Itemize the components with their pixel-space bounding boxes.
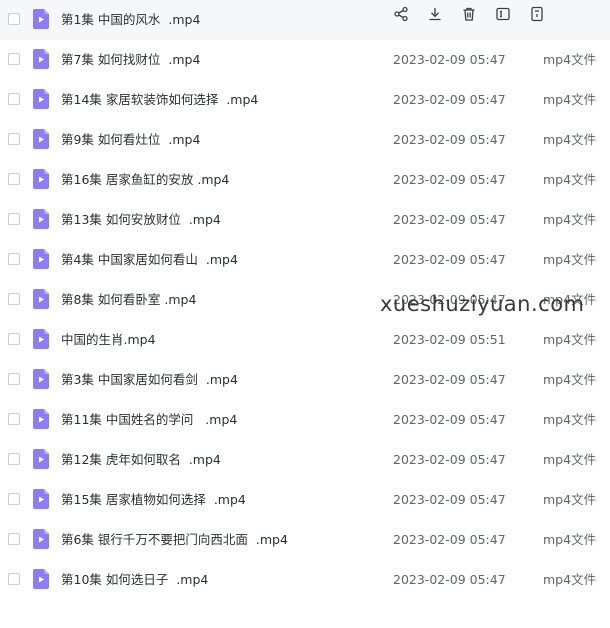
- file-name[interactable]: 第4集 中国家居如何看山 .mp4: [61, 240, 238, 280]
- video-file-icon: [33, 569, 49, 589]
- file-date: 2023-02-09 05:47: [393, 372, 506, 387]
- file-type: mp4文件: [543, 372, 597, 387]
- row-checkbox[interactable]: [8, 133, 20, 145]
- file-row[interactable]: 第11集 中国姓名的学问 .mp4 2023-02-09 05:47 mp4文件: [0, 400, 610, 440]
- video-file-icon: [33, 89, 49, 109]
- row-checkbox[interactable]: [8, 253, 20, 265]
- file-type: mp4文件: [543, 532, 597, 547]
- file-name[interactable]: 第14集 家居软装饰如何选择 .mp4: [61, 80, 258, 120]
- video-file-icon: [33, 329, 49, 349]
- file-name[interactable]: 第15集 居家植物如何选择 .mp4: [61, 480, 246, 520]
- download-icon[interactable]: [426, 5, 444, 23]
- video-file-icon: [33, 129, 49, 149]
- file-row[interactable]: 第15集 居家植物如何选择 .mp4 2023-02-09 05:47 mp4文…: [0, 480, 610, 520]
- file-type: mp4文件: [543, 412, 597, 427]
- file-name[interactable]: 第9集 如何看灶位 .mp4: [61, 120, 200, 160]
- file-row[interactable]: 中国的生肖.mp4 2023-02-09 05:51 mp4文件: [0, 320, 610, 360]
- share-icon[interactable]: [392, 5, 410, 23]
- file-row[interactable]: 第7集 如何找财位 .mp4 2023-02-09 05:47 mp4文件: [0, 40, 610, 80]
- file-row[interactable]: 第6集 银行千万不要把门向西北面 .mp4 2023-02-09 05:47 m…: [0, 520, 610, 560]
- video-file-icon: [33, 449, 49, 469]
- file-type: mp4文件: [543, 132, 597, 147]
- row-checkbox[interactable]: [8, 373, 20, 385]
- video-file-icon: [33, 369, 49, 389]
- row-checkbox[interactable]: [8, 213, 20, 225]
- file-date: 2023-02-09 05:47: [393, 172, 506, 187]
- video-file-icon: [33, 209, 49, 229]
- row-checkbox[interactable]: [8, 333, 20, 345]
- video-file-icon: [33, 529, 49, 549]
- file-row[interactable]: 第14集 家居软装饰如何选择 .mp4 2023-02-09 05:47 mp4…: [0, 80, 610, 120]
- file-name[interactable]: 第6集 银行千万不要把门向西北面 .mp4: [61, 520, 288, 560]
- row-checkbox[interactable]: [8, 533, 20, 545]
- file-date: 2023-02-09 05:47: [393, 572, 506, 587]
- row-checkbox[interactable]: [8, 493, 20, 505]
- file-name[interactable]: 第16集 居家鱼缸的安放 .mp4: [61, 160, 229, 200]
- file-date: 2023-02-09 05:47: [393, 412, 506, 427]
- file-name[interactable]: 第11集 中国姓名的学问 .mp4: [61, 400, 237, 440]
- file-type: mp4文件: [543, 212, 597, 227]
- trash-icon[interactable]: [460, 5, 478, 23]
- file-row[interactable]: 第9集 如何看灶位 .mp4 2023-02-09 05:47 mp4文件: [0, 120, 610, 160]
- video-file-icon: [33, 9, 49, 29]
- file-date: 2023-02-09 05:47: [393, 212, 506, 227]
- file-name[interactable]: 第12集 虎年如何取名 .mp4: [61, 440, 221, 480]
- file-name[interactable]: 第7集 如何找财位 .mp4: [61, 40, 200, 80]
- row-checkbox[interactable]: [8, 13, 20, 25]
- details-icon[interactable]: [528, 5, 546, 23]
- row-checkbox[interactable]: [8, 53, 20, 65]
- video-file-icon: [33, 409, 49, 429]
- row-checkbox[interactable]: [8, 93, 20, 105]
- file-type: mp4文件: [543, 252, 597, 267]
- file-row[interactable]: 第16集 居家鱼缸的安放 .mp4 2023-02-09 05:47 mp4文件: [0, 160, 610, 200]
- file-name[interactable]: 第8集 如何看卧室 .mp4: [61, 280, 196, 320]
- file-row[interactable]: 第4集 中国家居如何看山 .mp4 2023-02-09 05:47 mp4文件: [0, 240, 610, 280]
- file-date: 2023-02-09 05:47: [393, 452, 506, 467]
- file-date: 2023-02-09 05:47: [393, 92, 506, 107]
- file-name[interactable]: 第3集 中国家居如何看剑 .mp4: [61, 360, 238, 400]
- row-action-toolbar: [392, 0, 562, 28]
- file-type: mp4文件: [543, 52, 597, 67]
- row-checkbox[interactable]: [8, 413, 20, 425]
- file-name[interactable]: 第10集 如何选日子 .mp4: [61, 560, 208, 600]
- video-file-icon: [33, 489, 49, 509]
- file-date: 2023-02-09 05:47: [393, 52, 506, 67]
- file-name[interactable]: 第13集 如何安放财位 .mp4: [61, 200, 221, 240]
- file-type: mp4文件: [543, 92, 597, 107]
- video-file-icon: [33, 169, 49, 189]
- file-row[interactable]: 第12集 虎年如何取名 .mp4 2023-02-09 05:47 mp4文件: [0, 440, 610, 480]
- file-row[interactable]: 第13集 如何安放财位 .mp4 2023-02-09 05:47 mp4文件: [0, 200, 610, 240]
- file-type: mp4文件: [543, 172, 597, 187]
- file-date: 2023-02-09 05:47: [393, 132, 506, 147]
- video-file-icon: [33, 49, 49, 69]
- video-file-icon: [33, 249, 49, 269]
- watermark-text: xueshuziyuan.com: [380, 292, 585, 316]
- file-date: 2023-02-09 05:47: [393, 532, 506, 547]
- row-checkbox[interactable]: [8, 453, 20, 465]
- file-date: 2023-02-09 05:51: [393, 332, 506, 347]
- rename-icon[interactable]: [494, 5, 512, 23]
- file-date: 2023-02-09 05:47: [393, 252, 506, 267]
- file-type: mp4文件: [543, 452, 597, 467]
- file-row[interactable]: 第10集 如何选日子 .mp4 2023-02-09 05:47 mp4文件: [0, 560, 610, 600]
- file-date: 2023-02-09 05:47: [393, 492, 506, 507]
- file-name[interactable]: 第1集 中国的风水 .mp4: [61, 0, 200, 40]
- row-checkbox[interactable]: [8, 173, 20, 185]
- row-checkbox[interactable]: [8, 293, 20, 305]
- file-row[interactable]: 第3集 中国家居如何看剑 .mp4 2023-02-09 05:47 mp4文件: [0, 360, 610, 400]
- file-type: mp4文件: [543, 492, 597, 507]
- file-type: mp4文件: [543, 332, 597, 347]
- video-file-icon: [33, 289, 49, 309]
- file-type: mp4文件: [543, 572, 597, 587]
- file-name[interactable]: 中国的生肖.mp4: [61, 320, 156, 360]
- row-checkbox[interactable]: [8, 573, 20, 585]
- file-row[interactable]: 第1集 中国的风水 .mp4: [0, 0, 610, 40]
